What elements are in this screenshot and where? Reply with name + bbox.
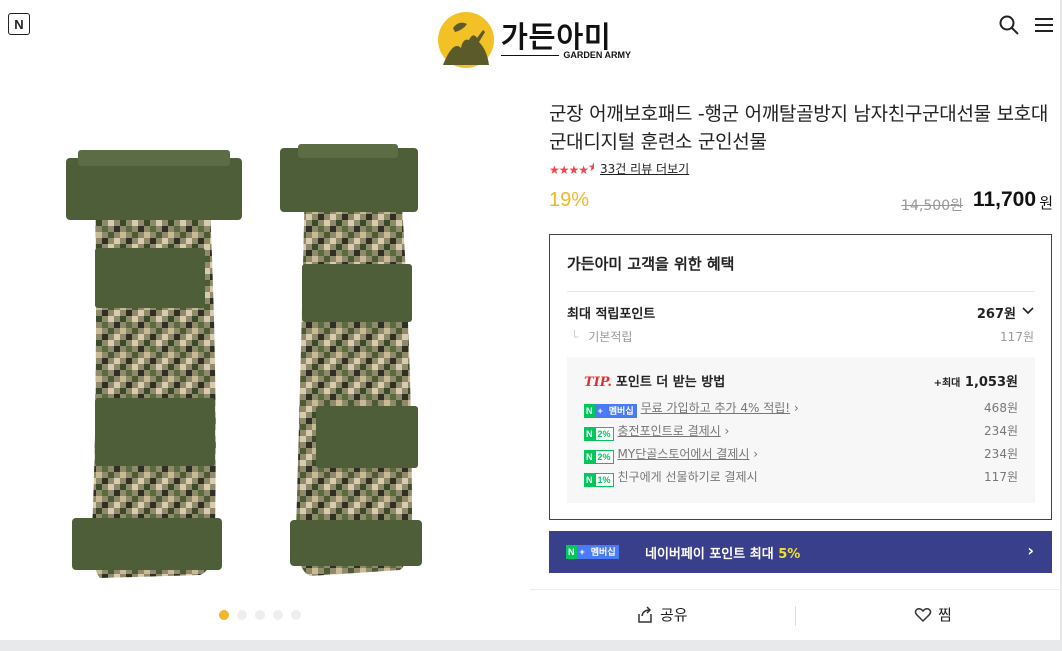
product-title: 군장 어깨보호패드 -행군 어깨탈골방지 남자친구군대선물 보호대 군대디지털 … — [549, 103, 1049, 153]
gallery-dot[interactable] — [219, 610, 229, 620]
wish-button[interactable]: 찜 — [914, 604, 952, 625]
heart-icon — [914, 607, 932, 622]
product-image[interactable] — [0, 100, 530, 630]
naver-pay-label: 네이버페이 포인트 최대 5% — [645, 547, 801, 562]
benefit-box: 가든아미 고객을 위한 혜택 최대 적립포인트 267원 └ 기본적립 117원 … — [549, 234, 1052, 520]
original-price: 14,500원 — [901, 198, 963, 214]
sale-price: 11,700 — [972, 188, 1036, 211]
base-points-label: └ 기본적립 — [571, 330, 633, 344]
star-rating: ★★★★★ — [549, 160, 595, 177]
percent-badge: N 1% — [584, 473, 614, 487]
store-logo[interactable]: 가든아미 GARDEN ARMY — [433, 10, 633, 72]
logo-subtitle: GARDEN ARMY — [501, 50, 631, 60]
tip-item-membership[interactable]: N + 멤버십 무료 가입하고 추가 4% 적립! › 468원 — [584, 399, 1018, 418]
tip-item-my-store[interactable]: N 2% MY단골스토어에서 결제시 › 234원 — [584, 445, 1018, 464]
review-link[interactable]: 33건 리뷰 더보기 — [600, 160, 689, 177]
price-unit: 원 — [1039, 194, 1053, 212]
benefit-title: 가든아미 고객을 위한 혜택 — [567, 255, 735, 273]
percent-badge: N 2% — [584, 450, 614, 464]
membership-badge: N + 멤버십 — [566, 545, 619, 559]
membership-badge: N + 멤버십 — [584, 404, 637, 418]
rating-row: ★★★★★ 33건 리뷰 더보기 — [549, 160, 1053, 177]
share-button[interactable]: 공유 — [636, 604, 688, 625]
max-points-value: 267원 — [976, 307, 1016, 322]
divider — [795, 606, 796, 626]
gallery-dot[interactable] — [273, 610, 283, 620]
product-info: 군장 어깨보호패드 -행군 어깨탈골방지 남자친구군대선물 보호대 군대디지털 … — [549, 100, 1053, 225]
tip-panel: TIP. 포인트 더 받는 방법 +최대 1,053원 N + 멤버십 무료 가입하고 … — [567, 357, 1035, 503]
divider — [567, 291, 1034, 292]
base-points-value: 117원 — [1000, 330, 1034, 344]
naver-pay-banner[interactable]: N + 멤버십 네이버페이 포인트 최대 5% › — [549, 531, 1052, 573]
action-bar: 공유 찜 — [530, 589, 1062, 639]
tip-item-gift: N 1% 친구에게 선물하기로 결제시 117원 — [584, 470, 1018, 487]
logo-soldier-emblem — [438, 12, 494, 68]
share-icon — [638, 605, 652, 623]
gallery-dot[interactable] — [255, 610, 265, 620]
bottom-bar — [0, 640, 1062, 651]
gallery-pagination — [219, 610, 301, 620]
percent-badge: N 2% — [584, 427, 614, 441]
chevron-right-icon: › — [1027, 541, 1034, 560]
tip-item-charge-points[interactable]: N 2% 충전포인트로 결제시 › 234원 — [584, 422, 1018, 441]
max-points-label: 최대 적립포인트 — [567, 307, 656, 322]
shoulder-pad-photo — [66, 144, 422, 578]
discount-rate: 19% — [549, 189, 590, 211]
header: N 가든아미 GARDEN ARMY — [0, 0, 1062, 68]
gallery-dot[interactable] — [237, 610, 247, 620]
gallery-dot[interactable] — [291, 610, 301, 620]
naver-home-button[interactable]: N — [8, 13, 30, 35]
tip-max-points: +최대 1,053원 — [933, 375, 1018, 390]
chevron-down-icon[interactable] — [1022, 307, 1034, 315]
menu-icon[interactable] — [1033, 14, 1055, 36]
search-icon[interactable] — [998, 14, 1020, 36]
tip-heading: TIP. 포인트 더 받는 방법 — [584, 375, 726, 390]
price-row: 19% 14,500원 11,700 원 — [549, 185, 1053, 225]
